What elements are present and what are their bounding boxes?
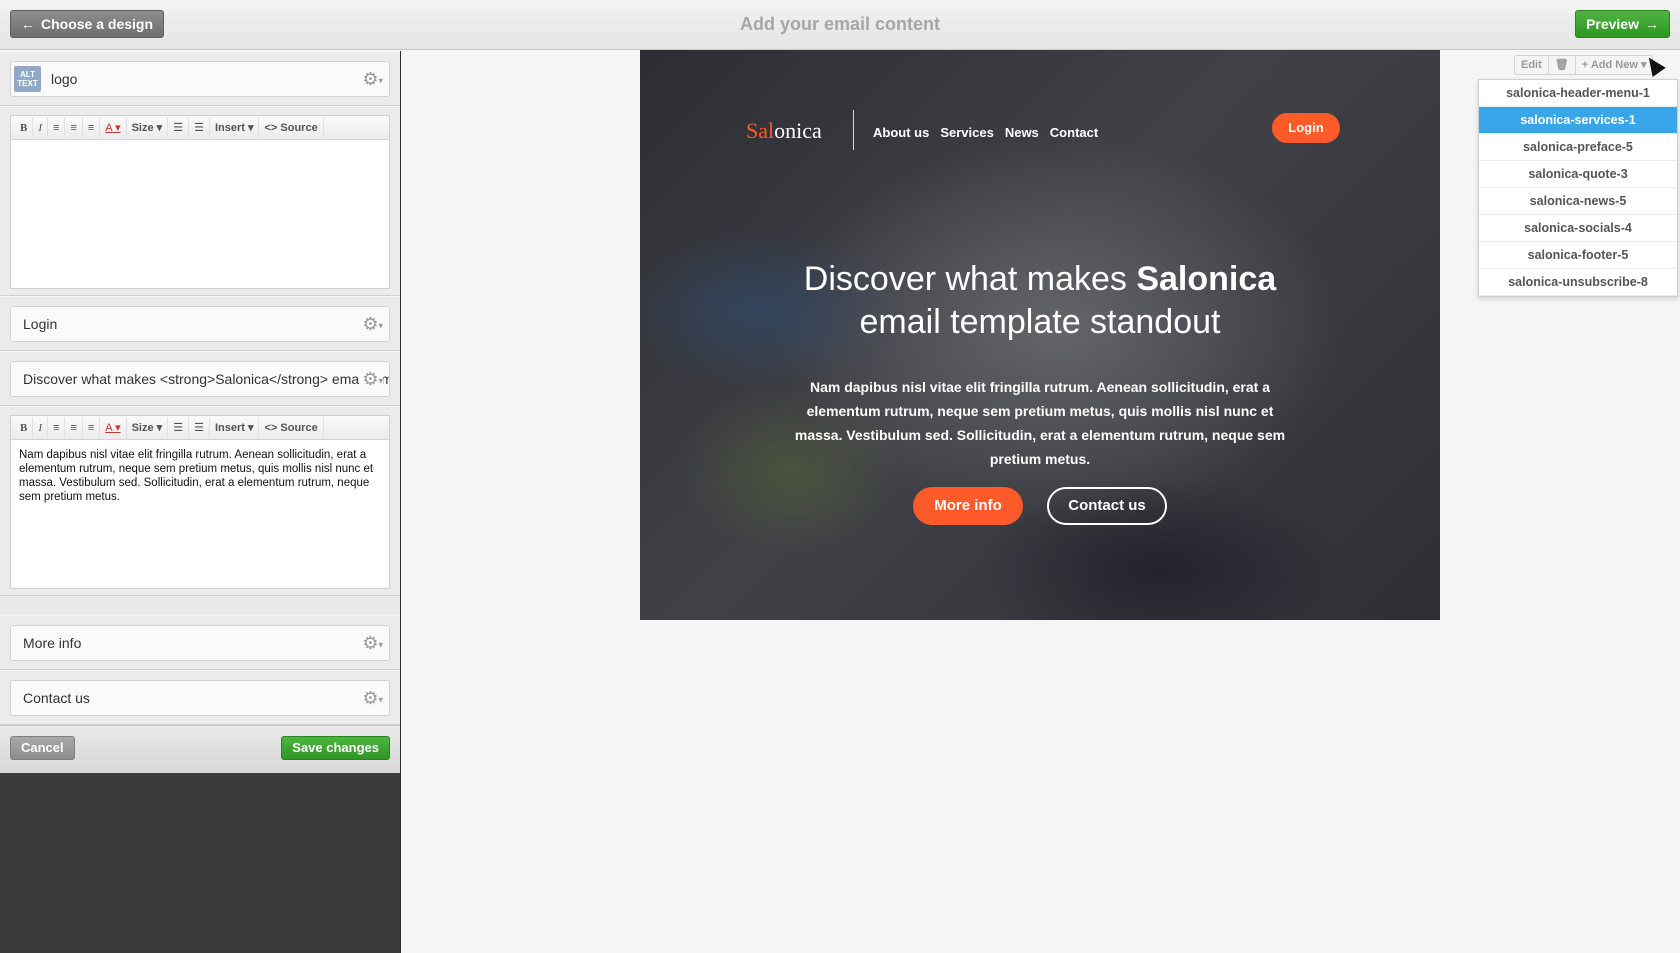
alt-text-badge: ALT TEXT bbox=[14, 66, 41, 92]
add-new-button[interactable]: + Add New ▾ bbox=[1576, 56, 1653, 74]
logo-alt-input[interactable]: ALT TEXT logo ⚙▾ bbox=[10, 61, 390, 97]
email-login-button[interactable]: Login bbox=[1272, 113, 1340, 143]
block-toolbar: Edit 🗑 + Add New ▾ bbox=[1514, 55, 1654, 75]
left-panel: ALT TEXT logo ⚙▾ B I ≡ ≡ ≡ A ▾ Size ▾ ☰ ☰… bbox=[0, 51, 401, 953]
page-title: Add your email content bbox=[739, 14, 941, 34]
email-body-text: Nam dapibus nisl vitae elit fringilla ru… bbox=[794, 379, 1286, 467]
ordered-list-icon[interactable]: ☰ bbox=[168, 417, 190, 438]
nav-link-about[interactable]: About us bbox=[873, 125, 929, 140]
dropdown-item[interactable]: salonica-socials-4 bbox=[1479, 215, 1677, 242]
align-left-icon[interactable]: ≡ bbox=[48, 117, 66, 138]
field-row-more-info: More info ⚙▾ bbox=[0, 615, 400, 670]
more-info-input[interactable]: More info ⚙▾ bbox=[10, 625, 390, 661]
italic-button[interactable]: I bbox=[33, 117, 49, 138]
fields-panel: ALT TEXT logo ⚙▾ B I ≡ ≡ ≡ A ▾ Size ▾ ☰ ☰… bbox=[0, 51, 400, 773]
text-color-button[interactable]: A ▾ bbox=[100, 117, 127, 138]
email-headline: Discover what makes Salonica email templ… bbox=[803, 260, 1277, 341]
headline-input[interactable]: Discover what makes <strong>Salonica</st… bbox=[10, 361, 390, 397]
panel-footer: Cancel Save changes bbox=[0, 725, 400, 773]
more-info-button[interactable]: More info bbox=[913, 487, 1023, 525]
size-dropdown[interactable]: Size ▾ bbox=[127, 117, 169, 138]
ordered-list-icon[interactable]: ☰ bbox=[168, 117, 190, 138]
dropdown-item[interactable]: salonica-news-5 bbox=[1479, 188, 1677, 215]
text-color-button[interactable]: A ▾ bbox=[100, 417, 127, 438]
contact-us-button[interactable]: Contact us bbox=[1047, 487, 1167, 525]
field-row-login: Login ⚙▾ bbox=[0, 296, 400, 351]
dropdown-item[interactable]: salonica-header-menu-1 bbox=[1479, 80, 1677, 107]
dropdown-item[interactable]: salonica-footer-5 bbox=[1479, 242, 1677, 269]
add-block-dropdown: salonica-header-menu-1 salonica-services-… bbox=[1478, 79, 1678, 297]
editor-toolbar: B I ≡ ≡ ≡ A ▾ Size ▾ ☰ ☰ Insert ▾ <> Sou… bbox=[11, 116, 389, 140]
bullet-list-icon[interactable]: ☰ bbox=[189, 117, 210, 138]
align-center-icon[interactable]: ≡ bbox=[65, 117, 83, 138]
field-row-editor-1: B I ≡ ≡ ≡ A ▾ Size ▾ ☰ ☰ Insert ▾ <> Sou… bbox=[0, 106, 400, 296]
dropdown-item[interactable]: salonica-unsubscribe-8 bbox=[1479, 269, 1677, 296]
dropdown-item[interactable]: salonica-preface-5 bbox=[1479, 134, 1677, 161]
rich-text-editor[interactable]: B I ≡ ≡ ≡ A ▾ Size ▾ ☰ ☰ Insert ▾ <> Sou… bbox=[10, 415, 390, 589]
edit-block-button[interactable]: Edit bbox=[1515, 56, 1549, 74]
gear-icon[interactable]: ⚙▾ bbox=[362, 62, 383, 96]
italic-button[interactable]: I bbox=[33, 417, 49, 438]
bold-button[interactable]: B bbox=[15, 117, 34, 138]
email-preview[interactable]: Salonica About us Services News Contact … bbox=[640, 50, 1440, 620]
divider bbox=[853, 110, 854, 150]
gear-icon[interactable]: ⚙▾ bbox=[362, 681, 383, 715]
editor-toolbar: B I ≡ ≡ ≡ A ▾ Size ▾ ☰ ☰ Insert ▾ <> Sou… bbox=[11, 416, 389, 440]
bold-button[interactable]: B bbox=[15, 417, 34, 438]
editor-body[interactable] bbox=[11, 140, 389, 156]
dropdown-item[interactable]: salonica-quote-3 bbox=[1479, 161, 1677, 188]
email-hero: Salonica About us Services News Contact … bbox=[640, 50, 1440, 620]
nav-link-news[interactable]: News bbox=[1005, 125, 1039, 140]
arrow-right-icon: → bbox=[1645, 16, 1659, 32]
size-dropdown[interactable]: Size ▾ bbox=[127, 417, 169, 438]
trash-icon[interactable]: 🗑 bbox=[1549, 56, 1576, 74]
align-right-icon[interactable]: ≡ bbox=[83, 417, 101, 438]
save-changes-button[interactable]: Save changes bbox=[281, 736, 390, 760]
brand-logo: Salonica bbox=[746, 118, 822, 143]
nav-link-services[interactable]: Services bbox=[940, 125, 994, 140]
login-input[interactable]: Login ⚙▾ bbox=[10, 306, 390, 342]
source-button[interactable]: <> Source bbox=[259, 117, 324, 138]
email-nav: About us Services News Contact bbox=[873, 125, 1098, 140]
dropdown-item[interactable]: salonica-services-1 bbox=[1479, 107, 1677, 134]
insert-dropdown[interactable]: Insert ▾ bbox=[210, 117, 260, 138]
insert-dropdown[interactable]: Insert ▾ bbox=[210, 417, 260, 438]
nav-link-contact[interactable]: Contact bbox=[1050, 125, 1098, 140]
source-button[interactable]: <> Source bbox=[259, 417, 324, 438]
align-center-icon[interactable]: ≡ bbox=[65, 417, 83, 438]
contact-us-input[interactable]: Contact us ⚙▾ bbox=[10, 680, 390, 716]
field-row-contact-us: Contact us ⚙▾ bbox=[0, 670, 400, 725]
field-row-headline: Discover what makes <strong>Salonica</st… bbox=[0, 351, 400, 406]
align-right-icon[interactable]: ≡ bbox=[83, 117, 101, 138]
align-left-icon[interactable]: ≡ bbox=[48, 417, 66, 438]
cancel-button[interactable]: Cancel bbox=[10, 736, 75, 760]
preview-button[interactable]: Preview → bbox=[1575, 10, 1670, 38]
bullet-list-icon[interactable]: ☰ bbox=[189, 417, 210, 438]
top-bar: ← Choose a design Add your email content… bbox=[0, 0, 1680, 50]
gear-icon[interactable]: ⚙▾ bbox=[359, 362, 383, 396]
gear-icon[interactable]: ⚙▾ bbox=[362, 307, 383, 341]
gear-icon[interactable]: ⚙▾ bbox=[362, 626, 383, 660]
editor-body[interactable]: Nam dapibus nisl vitae elit fringilla ru… bbox=[11, 440, 389, 512]
field-row-logo: ALT TEXT logo ⚙▾ bbox=[0, 51, 400, 106]
field-row-editor-2: B I ≡ ≡ ≡ A ▾ Size ▾ ☰ ☰ Insert ▾ <> Sou… bbox=[0, 406, 400, 596]
rich-text-editor[interactable]: B I ≡ ≡ ≡ A ▾ Size ▾ ☰ ☰ Insert ▾ <> Sou… bbox=[10, 115, 390, 289]
